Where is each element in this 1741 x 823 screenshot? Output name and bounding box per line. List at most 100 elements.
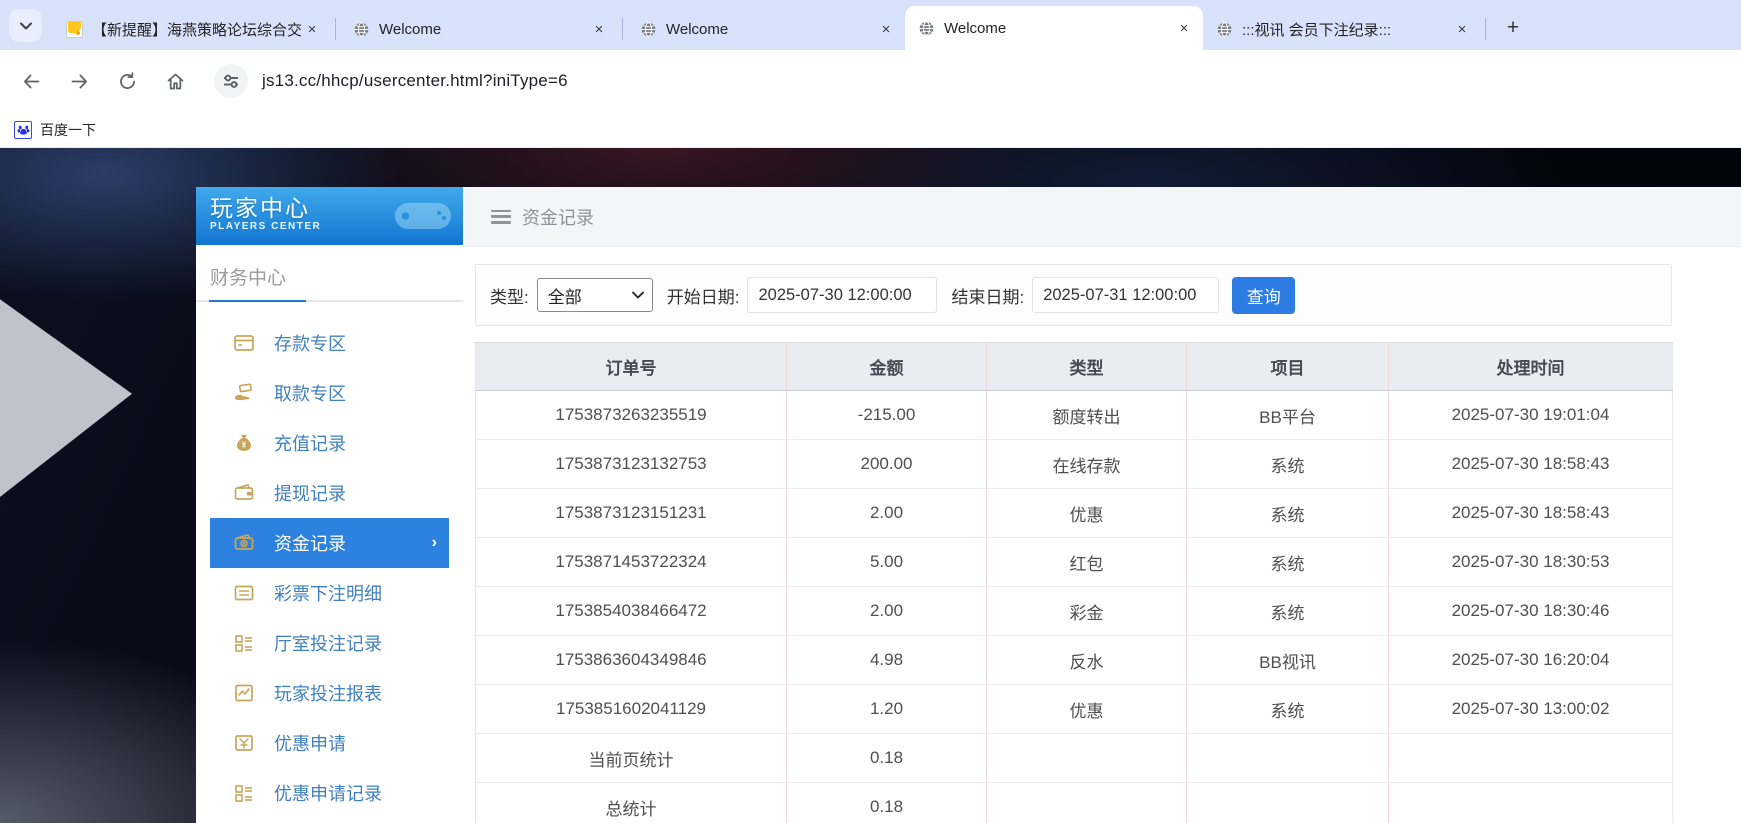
- type-select[interactable]: 全部: [536, 278, 653, 312]
- table-cell: 优惠: [986, 684, 1187, 734]
- table-cell: BB平台: [1186, 390, 1389, 440]
- address-bar[interactable]: js13.cc/hhcp/usercenter.html?iniType=6: [262, 71, 568, 91]
- table-cell: 系统: [1186, 439, 1389, 489]
- forum-yellow-icon: [65, 20, 83, 38]
- chevron-down-icon: [631, 291, 644, 299]
- tab-search-button[interactable]: [9, 9, 42, 42]
- table-cell: 总统计: [475, 782, 787, 823]
- end-date-input[interactable]: [1032, 277, 1220, 313]
- browser-tab-3[interactable]: Welcome ×: [627, 8, 905, 50]
- sidebar-item-7[interactable]: 厅室投注记录: [196, 618, 463, 668]
- funds-record-table: 订单号 金额 类型 项目 处理时间 1753873263235519 -215.00 额度转…: [475, 342, 1673, 823]
- table-column-header: 项目: [1186, 342, 1389, 391]
- start-date-label: 开始日期:: [666, 287, 740, 307]
- table-cell: 1753854038466472: [475, 586, 787, 636]
- tab-separator: [1485, 18, 1486, 40]
- table-cell: 反水: [986, 635, 1187, 685]
- table-cell: 2.00: [786, 586, 987, 636]
- sidebar-banner: 玩家中心 PLAYERS CENTER: [196, 187, 463, 245]
- table-cell: 2.00: [786, 488, 987, 538]
- chevron-right-icon: ›: [431, 534, 437, 551]
- tab-close-icon[interactable]: ×: [1175, 19, 1193, 37]
- table-column-header: 处理时间: [1388, 342, 1673, 391]
- table-cell: BB视讯: [1186, 635, 1389, 685]
- chart-icon: [233, 682, 255, 704]
- sidebar-item-label: 充值记录: [274, 434, 346, 454]
- sidebar-divider: [196, 300, 463, 302]
- sidebar-item-3[interactable]: ¥ 充值记录: [196, 418, 463, 468]
- baidu-paw-icon: [14, 120, 32, 139]
- table-header-row: 订单号 金额 类型 项目 处理时间: [475, 342, 1673, 391]
- table-cell: 优惠: [986, 488, 1187, 538]
- table-cell: 红包: [986, 537, 1187, 587]
- sidebar-item-8[interactable]: 玩家投注报表: [196, 668, 463, 718]
- table-cell: -215.00: [786, 390, 987, 440]
- sidebar-item-label: 存款专区: [274, 334, 346, 354]
- tab-close-icon[interactable]: ×: [877, 20, 895, 38]
- globe-icon: [352, 20, 370, 38]
- browser-tab-1[interactable]: 【新提醒】海燕策略论坛综合交 ×: [53, 8, 331, 50]
- table-cell: 1753873123132753: [475, 439, 787, 489]
- table-cell: [1186, 782, 1389, 823]
- tab-close-icon[interactable]: ×: [1453, 20, 1471, 38]
- site-info-button[interactable]: [214, 64, 248, 98]
- list-detail-icon: [233, 632, 255, 654]
- query-button[interactable]: 查询: [1232, 276, 1296, 314]
- forward-button[interactable]: [62, 64, 96, 98]
- table-row: 1753871453722324 5.00 红包 系统 2025-07-30 18:30…: [475, 537, 1673, 587]
- reload-button[interactable]: [110, 64, 144, 98]
- back-arrow-icon: [23, 74, 39, 88]
- table-cell: 在线存款: [986, 439, 1187, 489]
- sidebar-menu: 存款专区取款专区 ¥ 充值记录提现记录 ¥ 资金记录 › 彩票下注明细厅室投注记录玩家投注报…: [196, 318, 463, 818]
- sidebar-item-4[interactable]: 提现记录: [196, 468, 463, 518]
- browser-tab-4[interactable]: Welcome ×: [905, 6, 1203, 50]
- table-row: 1753873263235519 -215.00 额度转出 BB平台 2025-07-3…: [475, 390, 1673, 440]
- sidebar-item-10[interactable]: 优惠申请记录: [196, 768, 463, 818]
- bookmark-baidu[interactable]: 百度一下: [14, 120, 96, 140]
- table-row: 总统计 0.18: [475, 782, 1673, 823]
- table-cell: 2025-07-30 18:58:43: [1388, 439, 1673, 489]
- sidebar-item-label: 彩票下注明细: [274, 584, 382, 604]
- tab-title: :::视讯 会员下注纪录:::: [1242, 21, 1392, 39]
- table-cell: [986, 733, 1187, 783]
- table-cell: 1753873263235519: [475, 390, 787, 440]
- home-button[interactable]: [158, 64, 192, 98]
- chevron-down-icon: [19, 22, 32, 29]
- sidebar-item-1[interactable]: 存款专区: [196, 318, 463, 368]
- table-cell: 0.18: [786, 733, 987, 783]
- browser-tab-5[interactable]: :::视讯 会员下注纪录::: ×: [1203, 8, 1481, 50]
- sidebar-item-9[interactable]: 优惠申请: [196, 718, 463, 768]
- sidebar-item-5[interactable]: ¥ 资金记录 ›: [210, 518, 449, 568]
- browser-tab-2[interactable]: Welcome ×: [340, 8, 618, 50]
- table-cell: 额度转出: [986, 390, 1187, 440]
- new-tab-button[interactable]: +: [1498, 13, 1528, 43]
- money-bag-icon: ¥: [233, 432, 255, 454]
- menu-toggle-icon[interactable]: [491, 209, 511, 224]
- page-title: 资金记录: [522, 207, 594, 228]
- reload-icon: [119, 71, 135, 89]
- start-date-input[interactable]: [747, 277, 938, 313]
- table-cell: 1753863604349846: [475, 635, 787, 685]
- table-cell: [986, 782, 1187, 823]
- back-button[interactable]: [14, 64, 48, 98]
- coupon-icon: [233, 732, 255, 754]
- table-cell: 4.98: [786, 635, 987, 685]
- table-cell: [1388, 733, 1673, 783]
- tab-title: Welcome: [666, 20, 729, 38]
- tab-title: 【新提醒】海燕策略论坛综合交: [92, 21, 303, 39]
- table-cell: 当前页统计: [475, 733, 787, 783]
- sidebar-item-2[interactable]: 取款专区: [196, 368, 463, 418]
- table-row: 1753854038466472 2.00 彩金 系统 2025-07-30 18:30…: [475, 586, 1673, 636]
- tab-close-icon[interactable]: ×: [303, 20, 321, 38]
- navigation-bar: js13.cc/hhcp/usercenter.html?iniType=6: [0, 50, 1741, 112]
- sidebar-item-6[interactable]: 彩票下注明细: [196, 568, 463, 618]
- table-cell: 1.20: [786, 684, 987, 734]
- table-cell: 200.00: [786, 439, 987, 489]
- sidebar-item-label: 玩家投注报表: [274, 684, 382, 704]
- browser-window: 【新提醒】海燕策略论坛综合交 × Welcome × Welcome × Welcome ×:…: [0, 0, 1741, 823]
- svg-text:¥: ¥: [242, 541, 246, 548]
- tab-close-icon[interactable]: ×: [590, 20, 608, 38]
- table-cell: 0.18: [786, 782, 987, 823]
- forward-arrow-icon: [71, 74, 87, 88]
- table-cell: 5.00: [786, 537, 987, 587]
